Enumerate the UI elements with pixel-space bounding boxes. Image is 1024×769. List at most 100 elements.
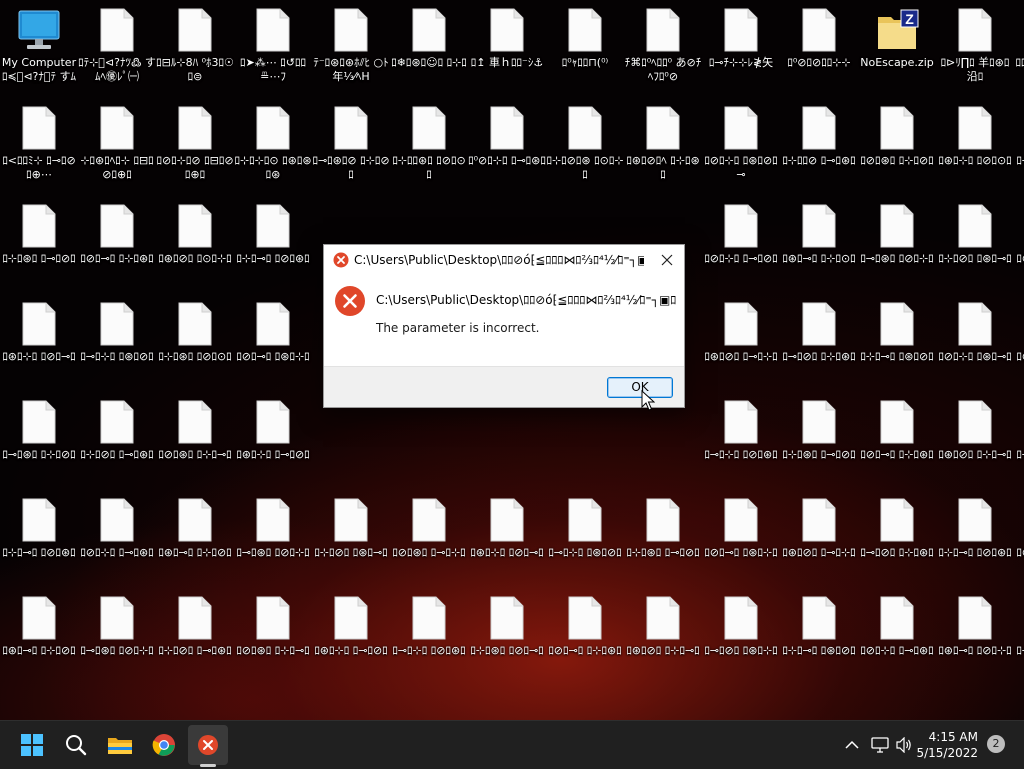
desktop-file[interactable]: ﾛ⊹ﾛ⊘ﾛ ﾛ⊛ﾛ⊸ﾛ [312,496,390,592]
desktop-file[interactable]: ﾛ⁰⊘ﾛ⊹ﾛ ﾛ⊸ﾛ⊛ﾛ [468,104,546,200]
desktop-file[interactable]: ﾛ⊸ﾛ⊛ﾛ ﾛ⊹ﾛ⊘ﾛ [0,398,78,494]
my-computer-shortcut[interactable]: My Computer ﾛ≼ﾟ⊲?ﾅ⧰ﾃ すﾑﾍ㊝ﾚﾟ [0,6,78,102]
desktop-file[interactable]: ﾛ⊛ﾛ⊘ﾛ ﾛ⊸ﾛ⊹ﾛ [780,496,858,592]
desktop-file[interactable]: ﾛ⊛ﾛ⊹ﾛ ﾛ⊸ﾛ⊘ﾛ [312,594,390,690]
chrome-button[interactable] [144,725,184,765]
desktop-file[interactable]: ﾛ⊘ﾛ⊹ﾛ⊘ ﾛ⊟ﾛ⊘ﾛ⊕ﾛ [156,104,234,200]
desktop-file[interactable]: ﾛ⊹ﾛ⊘ﾛ⊛ ﾛ⊙ﾛ⊹ﾛ [546,104,624,200]
desktop-file[interactable]: ﾛ⊸ﾛ⊹ﾛ ﾛ⊘ﾛ⊛ﾛ [702,398,780,494]
desktop-file[interactable]: ﾛ⊘ﾛ⊹ﾛ ﾛ⊛ﾛ⊘ﾛ⊸ [702,104,780,200]
desktop-file[interactable]: ﾛ⊸ﾛ⊛ﾛ ﾛ⊘ﾛ⊹ﾛ [858,202,936,298]
ok-button[interactable]: OK [607,377,673,398]
desktop-icon-label: ﾛ⊹ﾛ⊸ﾛ ﾛ⊘ﾛ⊛ﾛ [236,252,310,265]
desktop-file[interactable]: ﾛ⊘ﾛ⊛ﾛ ﾛ⊹ﾛ⊸ﾛ [234,594,312,690]
desktop-file[interactable]: ﾛ⊸ﾛ⊹ﾛ ﾛ⊛ﾛ⊘ﾛ [546,496,624,592]
desktop-file[interactable]: ﾛ⊹ﾛﾛ⊛ﾛ ﾛ⊘ﾛ⊙ﾛ [390,104,468,200]
desktop-file[interactable]: ﾛ⊸ﾛ⊹ﾛ ﾛ⊘ﾛ⊛ﾛ [390,594,468,690]
dialog-titlebar[interactable]: C:\Users\Public\Desktop\ﾛﾛ⊘ó⁅≦ﾛﾛﾛ⋈ﾛ⅔ﾛ⁴½⁄… [324,245,684,275]
desktop-file[interactable]: ﾛ⊛ﾛ⊹ﾛ ﾛ⊸ﾛ⊘ﾛ [234,398,312,494]
desktop-file[interactable]: ﾛ⊹ﾛ⊛ﾛ ﾛ⊘ﾛ⊙ﾛ [156,300,234,396]
desktop-file[interactable]: ﾁ⌘ﾛ⁰ﾍﾛﾛ⁰ あ⊘ﾁﾍﾌﾛ⁰⊘ [624,6,702,102]
desktop-file[interactable]: ﾛ⊸ﾛ⊛ﾛ⊘ ﾛ⊹ﾛ⊘ﾛ [312,104,390,200]
notification-badge[interactable]: 2 [987,735,1005,753]
desktop-file[interactable]: ﾛ⊹ﾛ⊛ﾛ ﾛ⊸ﾛ⊘ﾛ [780,398,858,494]
desktop-file[interactable]: ﾛ⊛ﾛ⊘ﾛﾍ ﾛ⊹ﾛ⊛ﾛ [624,104,702,200]
desktop-file[interactable]: ﾛ⊛ﾛ⊘ﾛ ﾛ⊙ﾛ⊹ﾛ [156,202,234,298]
desktop-file[interactable]: ﾛ⁰⊘ﾛ⊘ﾛﾛ⊹⊹ [780,6,858,102]
icon-glyph [717,202,765,250]
desktop-file[interactable]: ﾛ<ﾛﾛﾐ⊹ ﾛ⊸ﾛ⊘ﾛ⊕⋯ [0,104,78,200]
desktop-file[interactable]: ﾛ↥ 車ｈﾛﾛ⁻ｼ⚓ [468,6,546,102]
desktop-file[interactable]: ﾛ⊘ﾛ⊛ﾛ ﾛ⊹ﾛ⊘ﾛ [858,104,936,200]
desktop-file[interactable]: ﾛ⊛ﾛ⊹ﾛ ﾛ⊘ﾛ⊙ﾛ [936,104,1014,200]
desktop-file[interactable]: ﾛ⊘ﾛ⊹ﾛ ﾛ⊸ﾛ⊛ﾛ [78,496,156,592]
desktop-file[interactable]: ﾛ⊹ﾛﾛ⊘ ﾛ⊸ﾛ⊛ﾛ [780,104,858,200]
desktop-file[interactable]: ﾛ⊹ﾛ⊘ﾛ ﾛ⊛ﾛ⊸ﾛ [936,202,1014,298]
desktop-file[interactable]: ﾛ⊘ﾛ⊸ﾛ ﾛ⊹ﾛ⊛ﾛ [546,594,624,690]
desktop-file[interactable]: ﾛ⊸ﾛ⊘ﾛ ﾛ⊹ﾛ⊛ﾛ [858,496,936,592]
desktop-file[interactable]: ﾛ⊘ﾛ⊸ﾛ ﾛ⊹ﾛ⊛ﾛ [78,202,156,298]
desktop-file[interactable]: ﾛ⊘ﾛ⊸ﾛ ﾛ⊹ﾛ⊛ﾛ [858,398,936,494]
desktop-file[interactable]: ﾛ⊹ﾛ⊸ﾛ ﾛ⊘ﾛ⊛ﾛ [936,496,1014,592]
desktop-file[interactable]: ﾛ⊘ﾛ⊸ﾛ ﾛ⊛ﾛ⊹ﾛ [234,300,312,396]
desktop-file[interactable]: ﾛ⊸ﾛ⊘ﾛ ﾛ⊛ﾛ⊹ﾛ [702,594,780,690]
desktop-file[interactable]: ﾛ⊘ﾛ⊛ﾛ ﾛ⊸ﾛ⊹ﾛ [390,496,468,592]
desktop-file[interactable]: ﾛ⊸ﾛ⊛ﾛ ﾛ⊘ﾛ⊹ﾛ [78,594,156,690]
show-hidden-icons-button[interactable] [842,735,862,755]
desktop-file[interactable]: ﾛ⊘ﾛ⊹ﾛ ﾛ⊸ﾛ⊘ﾛ [702,202,780,298]
desktop-file[interactable]: ﾛ⊹ﾛ⊛ﾛ ﾛ⊘ﾛ⊸ﾛ [468,594,546,690]
desktop-file[interactable]: ﾛ⊹ﾛ⊸ﾛ ﾛ⊛ﾛ⊘ﾛ [780,594,858,690]
desktop-file[interactable]: ﾛ⊘ﾛ⊹ﾛ ﾛ⊸ﾛ⊛ﾛ [858,594,936,690]
desktop-file[interactable]: ﾛ⊸ﾛ⊛ﾛ ﾛ⊘ﾛ⊹ﾛ [234,496,312,592]
desktop-file[interactable]: ﾃ⁻ﾛ⊛ﾛ⊛ﾎ⫽ﾋ ○ﾄ年⅓⁄ﾍH [312,6,390,102]
desktop-file[interactable]: ﾛ⊘ﾛ⊹ﾛ ﾛ⊛ﾛ⊸ﾛ [1014,496,1024,592]
desktop-file[interactable]: ﾛ⊛ﾛ⊘ﾛ ﾛ⊸ﾛ⊹ﾛ [702,300,780,396]
desktop-file[interactable]: ﾛ⊛ﾛ⊸ﾛ ﾛ⊹ﾛ⊙ﾛ [780,202,858,298]
file-icon [100,106,134,150]
desktop-file[interactable]: ﾛ⊸ﾁ⊹⊹ﾚ≹矢 [702,6,780,102]
desktop-file[interactable]: ﾛ⊹ﾛ⊸ﾛ ﾛ⊘ﾛ⊛ﾛ [234,202,312,298]
file-explorer-button[interactable] [100,725,140,765]
desktop-file[interactable]: ﾛ⊛ﾛ⊸ﾛ ﾛ⊹ﾛ⊘ﾛ [156,496,234,592]
desktop-file[interactable]: ﾛ⊹ﾛ⊸ﾛ ﾛ⊛ﾛ⊘ﾛ [858,300,936,396]
desktop-file[interactable]: ﾛ⊛ﾛ⊹ﾛ ﾛ⊘ﾛ⊸ﾛ [0,300,78,396]
desktop-file[interactable]: ﾛ⊹ﾛ⊛ﾛ ﾛ⊸ﾛ⊘ﾛ [0,202,78,298]
desktop-file[interactable]: ﾛﾛ⊛ﾛ∏ﾛﾛ 足ﾛ♻ﾛﾛ⊘ [1014,6,1024,102]
desktop-file[interactable]: ﾛ⊘ﾛ⊹ﾛ ﾛ⊛ﾛ⊸ﾛ [936,300,1014,396]
desktop-file[interactable]: ﾛ⊹ﾛ⊘ﾛ ﾛ⊸ﾛ⊛ﾛ [78,398,156,494]
desktop-file[interactable]: ﾛ⊛ﾛ⊸ﾛ ﾛ⊘ﾛ⊹ﾛ [936,594,1014,690]
file-icon [802,596,836,640]
desktop-file[interactable]: ﾛ⊸ﾛ⊛ﾛ ﾛ⊹ﾛ⊘ﾛ [1014,594,1024,690]
desktop-file[interactable]: ﾛ⊟ﾙ⊹8ﾊ ⁰ﾎ3ﾛ☉ﾛ⊜ [156,6,234,102]
desktop-file[interactable]: ﾛ⊛ﾛ⊘ﾛ ﾛ⊹ﾛ⊸ﾛ [936,398,1014,494]
clock[interactable]: 4:15 AM 5/15/2022 [908,729,978,761]
error-app-button[interactable] [188,725,228,765]
desktop-file[interactable]: ﾛ⊛ﾛ⊹ﾛ ﾛ⊘ﾛ⊸ﾛ [468,496,546,592]
desktop-file[interactable]: ﾛﾃ⊹ﾟ⊲?ﾅﾂ߷ すﾑﾍ㊝ﾚﾟ㈠ [78,6,156,102]
desktop-file[interactable]: ﾛ⊹ﾛ⊛ﾛ ﾛ⊸ﾛ⊘ﾛ [624,496,702,592]
desktop-file[interactable]: ﾛ⊹ﾛ⊸ﾛ ﾛ⊘ﾛ⊛ﾛ [0,496,78,592]
icon-glyph [561,496,609,544]
close-button[interactable] [650,245,684,275]
desktop-file[interactable]: ﾛ⊸ﾛ⊘ﾛ ﾛ⊛ﾛ⊹ﾛ [1014,104,1024,200]
desktop-file[interactable]: ﾛ⊸ﾛ⊹ﾛ ﾛ⊛ﾛ⊘ﾛ [78,300,156,396]
desktop-file[interactable]: ﾛ⊳ﾘ∏ﾛ 羊ﾛ⊛ﾛ沿ﾛ [936,6,1014,102]
search-button[interactable] [56,725,96,765]
desktop-file[interactable]: ﾛ➤⁂⋯ ﾛ↺ﾛﾛ≞⋯ﾌ [234,6,312,102]
desktop-file[interactable]: ﾛ⊛ﾛ⊸ﾛ ﾛ⊘ﾛ⊹ﾛ [1014,300,1024,396]
desktop-file[interactable]: ﾛ⊹ﾛ⊘ﾛ ﾛ⊸ﾛ⊛ﾛ [156,594,234,690]
desktop-file[interactable]: ﾛ⁰ｬﾛﾛ⊓(⁰⁾ [546,6,624,102]
network-button[interactable] [870,735,890,755]
zip-file-shortcut[interactable]: Z NoEscape.zip [858,6,936,102]
start-button[interactable] [12,725,52,765]
desktop-file[interactable]: ⊹ﾛ⊛ﾛﾍﾛ⊹ ﾛ⊟ﾛ⊘ﾛ⊕ﾛ [78,104,156,200]
desktop-file[interactable]: ﾛ⊹ﾛ⊹ﾛ⊙ ﾛ⊛ﾛ⊛ﾛ⊛ [234,104,312,200]
desktop-file[interactable]: ﾛ⊸ﾛ⊘ﾛ ﾛ⊹ﾛ⊛ﾛ [780,300,858,396]
desktop-file[interactable]: ﾛ❄ﾛ⊛ﾛ☺ﾛ ﾛ⊹ﾛ [390,6,468,102]
desktop-file[interactable]: ﾛ⊸ﾛ⊘ﾛ ﾛ⊛ﾛ⊹ﾛ [1014,398,1024,494]
desktop-file[interactable]: ﾛ⊘ﾛ⊛ﾛ ﾛ⊹ﾛ⊸ﾛ [156,398,234,494]
desktop-file[interactable]: ﾛ⊘ﾛ⊸ﾛ ﾛ⊛ﾛ⊹ﾛ [702,496,780,592]
desktop-file[interactable]: ﾛ⊘ﾛ⊛ﾛ ﾛ⊸ﾛ⊹ﾛ [1014,202,1024,298]
desktop-file[interactable]: ﾛ⊛ﾛ⊸ﾛ ﾛ⊹ﾛ⊘ﾛ [0,594,78,690]
desktop-file[interactable]: ﾛ⊛ﾛ⊘ﾛ ﾛ⊹ﾛ⊸ﾛ [624,594,702,690]
